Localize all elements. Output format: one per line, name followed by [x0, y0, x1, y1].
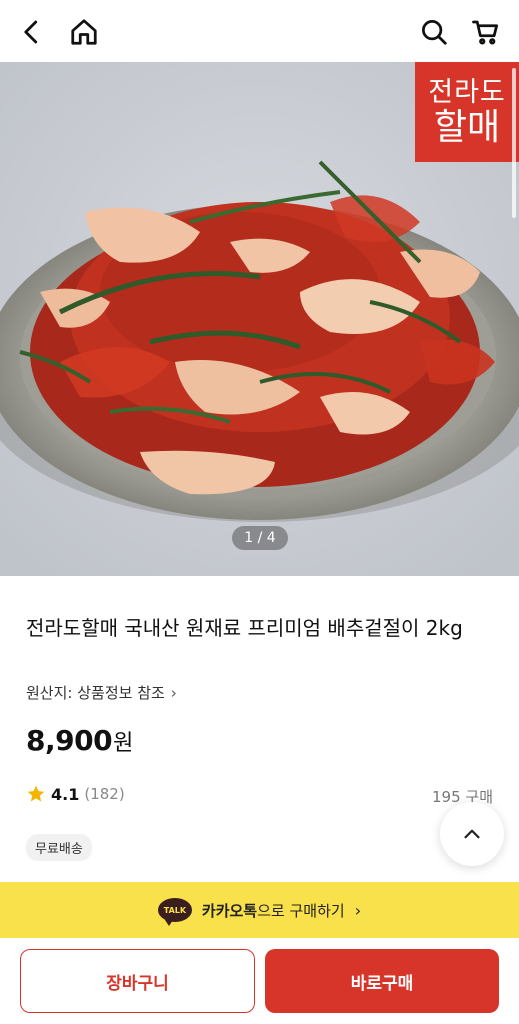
buy-now-button[interactable]: 바로구매	[265, 949, 499, 1013]
rating-summary[interactable]: 4.1 (182)	[26, 784, 125, 804]
review-count: (182)	[84, 785, 125, 803]
product-info-section: 전라도할매 국내산 원재료 프리미엄 배추겉절이 2kg 원산지: 상품정보 참…	[0, 576, 519, 882]
home-icon	[71, 19, 97, 45]
product-image-carousel[interactable]: 전라도 할매 1 / 4	[0, 62, 519, 576]
kakaotalk-brand: 카카오톡	[201, 901, 258, 920]
brand-logo-line1: 전라도	[428, 76, 506, 108]
image-page-indicator: 1 / 4	[232, 526, 288, 550]
chevron-up-icon	[464, 829, 480, 839]
star-icon	[27, 785, 45, 802]
free-shipping-badge: 무료배송	[26, 834, 92, 861]
top-navigation-bar	[0, 0, 519, 62]
brand-logo-line2: 할매	[433, 106, 501, 148]
cart-button[interactable]	[466, 12, 506, 52]
chevron-right-icon: ›	[170, 683, 177, 702]
bottom-action-bar: 장바구니 바로구매	[0, 938, 519, 1024]
chevron-right-icon: ›	[354, 900, 362, 920]
back-button[interactable]	[12, 12, 52, 52]
kakaotalk-icon: TALK	[157, 898, 192, 926]
price-amount: 8,900	[26, 724, 113, 757]
search-button[interactable]	[414, 12, 454, 52]
back-icon	[24, 20, 38, 44]
add-to-cart-button[interactable]: 장바구니	[20, 949, 255, 1013]
kakaotalk-purchase-label: 카카오톡으로 구매하기	[202, 900, 345, 921]
cart-icon	[472, 20, 498, 45]
scroll-to-top-button[interactable]	[440, 802, 504, 866]
kakaotalk-icon-label: TALK	[163, 905, 187, 915]
price: 8,900 원	[26, 724, 133, 757]
home-button[interactable]	[64, 12, 104, 52]
price-unit: 원	[113, 731, 134, 756]
kakaotalk-suffix: 으로 구매하기	[257, 901, 345, 920]
rating-score: 4.1	[51, 784, 80, 804]
origin-label: 원산지: 상품정보 참조	[26, 684, 165, 702]
scrollbar-thumb[interactable]	[512, 68, 516, 218]
product-title: 전라도할매 국내산 원재료 프리미엄 배추겉절이 2kg	[26, 616, 463, 640]
kakaotalk-purchase-bar[interactable]: TALK 카카오톡으로 구매하기 ›	[0, 882, 519, 938]
brand-logo: 전라도 할매	[415, 62, 519, 162]
origin-link[interactable]: 원산지: 상품정보 참조 ›	[26, 682, 177, 703]
search-icon	[422, 20, 447, 45]
